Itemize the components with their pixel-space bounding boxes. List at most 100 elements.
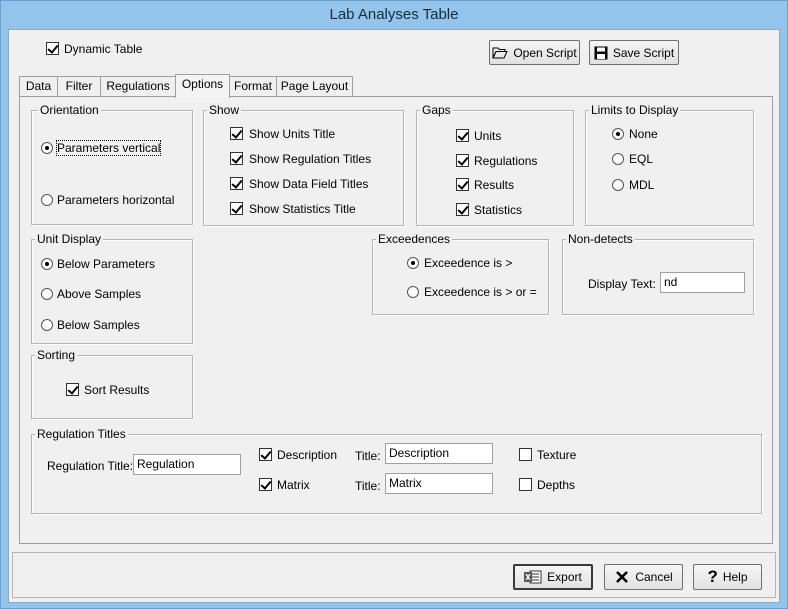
show-title: Show xyxy=(207,103,242,117)
parameters-horizontal-radio[interactable] xyxy=(41,194,53,206)
depths-label[interactable]: Depths xyxy=(537,478,575,492)
limits-mdl-label[interactable]: MDL xyxy=(629,178,654,192)
tab-filter[interactable]: Filter xyxy=(57,76,101,97)
folder-open-icon xyxy=(492,47,509,58)
limits-eql-label[interactable]: EQL xyxy=(629,152,653,166)
cancel-button[interactable]: Cancel xyxy=(604,564,683,590)
gaps-results-checkbox[interactable] xyxy=(456,178,469,191)
open-script-button[interactable]: Open Script xyxy=(489,40,580,65)
gaps-group: Gaps Units Regulations Results Statistic… xyxy=(416,103,574,226)
tab-regulations[interactable]: Regulations xyxy=(100,76,176,97)
cancel-x-icon xyxy=(616,571,629,583)
sorting-group: Sorting Sort Results xyxy=(31,348,193,419)
help-button[interactable]: ? Help xyxy=(693,564,762,590)
exceedence-greater-label[interactable]: Exceedence is > xyxy=(424,256,512,270)
save-script-button[interactable]: Save Script xyxy=(589,40,679,65)
regulation-title-label: Regulation Title: xyxy=(47,459,134,473)
sorting-title: Sorting xyxy=(35,348,78,362)
above-samples-label[interactable]: Above Samples xyxy=(57,287,141,301)
show-data-field-titles-label[interactable]: Show Data Field Titles xyxy=(249,177,368,191)
show-statistics-title-label[interactable]: Show Statistics Title xyxy=(249,202,356,216)
cancel-label: Cancel xyxy=(635,570,673,584)
description-label[interactable]: Description xyxy=(277,448,337,462)
window-title: Lab Analyses Table xyxy=(329,6,459,23)
options-panel: Orientation Parameters vertical Paramete… xyxy=(19,96,773,544)
gaps-units-label[interactable]: Units xyxy=(474,129,501,143)
exceedences-title: Exceedences xyxy=(376,232,453,246)
exceedences-group: Exceedences Exceedence is > Exceedence i… xyxy=(372,232,549,315)
depths-checkbox[interactable] xyxy=(519,478,532,491)
help-label: Help xyxy=(722,570,748,584)
excel-export-icon xyxy=(524,570,542,584)
bottom-button-bar: Export Cancel ? Help xyxy=(12,552,776,598)
matrix-checkbox[interactable] xyxy=(259,478,272,491)
below-samples-radio[interactable] xyxy=(41,319,53,331)
gaps-title: Gaps xyxy=(420,103,453,117)
matrix-label[interactable]: Matrix xyxy=(277,478,310,492)
regulation-titles-group: Regulation Titles Regulation Title: Regu… xyxy=(31,427,762,514)
limits-none-label[interactable]: None xyxy=(629,127,658,141)
gaps-units-checkbox[interactable] xyxy=(456,129,469,142)
tab-page-layout[interactable]: Page Layout xyxy=(276,76,353,97)
gaps-statistics-checkbox[interactable] xyxy=(456,203,469,216)
display-text-input[interactable]: nd xyxy=(660,272,745,293)
below-samples-label[interactable]: Below Samples xyxy=(57,318,140,332)
regulation-titles-title: Regulation Titles xyxy=(35,427,128,441)
dialog-client-area: Dynamic Table Open Script Save Script Da… xyxy=(8,29,780,603)
gaps-results-label[interactable]: Results xyxy=(474,178,514,192)
limits-to-display-title: Limits to Display xyxy=(589,103,681,117)
tab-data[interactable]: Data xyxy=(19,76,58,97)
export-label: Export xyxy=(547,570,582,584)
sort-results-label[interactable]: Sort Results xyxy=(84,383,149,397)
texture-label[interactable]: Texture xyxy=(537,448,576,462)
exceedence-greater-radio[interactable] xyxy=(407,257,419,269)
limits-none-radio[interactable] xyxy=(612,128,624,140)
limits-mdl-radio[interactable] xyxy=(612,179,624,191)
show-data-field-titles-checkbox[interactable] xyxy=(230,177,243,190)
dynamic-table-label[interactable]: Dynamic Table xyxy=(64,42,142,56)
description-checkbox[interactable] xyxy=(259,448,272,461)
help-question-icon: ? xyxy=(707,567,718,586)
orientation-group: Orientation Parameters vertical Paramete… xyxy=(31,103,193,225)
parameters-horizontal-label[interactable]: Parameters horizontal xyxy=(57,193,174,207)
save-script-label: Save Script xyxy=(612,45,675,60)
show-regulation-titles-label[interactable]: Show Regulation Titles xyxy=(249,152,371,166)
show-units-title-checkbox[interactable] xyxy=(230,127,243,140)
show-group: Show Show Units Title Show Regulation Ti… xyxy=(203,103,404,226)
show-statistics-title-checkbox[interactable] xyxy=(230,202,243,215)
orientation-title: Orientation xyxy=(38,103,101,117)
exceedence-greater-equal-label[interactable]: Exceedence is > or = xyxy=(424,285,537,299)
dialog-window: Lab Analyses Table Dynamic Table Open Sc… xyxy=(0,0,788,609)
limits-eql-radio[interactable] xyxy=(612,153,624,165)
tab-options[interactable]: Options xyxy=(175,74,230,98)
texture-checkbox[interactable] xyxy=(519,448,532,461)
parameters-vertical-radio[interactable] xyxy=(41,142,53,154)
dynamic-table-checkbox[interactable] xyxy=(46,42,59,55)
limits-to-display-group: Limits to Display None EQL MDL xyxy=(585,103,754,226)
matrix-title-label: Title: xyxy=(355,479,381,493)
description-title-input[interactable]: Description xyxy=(385,443,493,464)
matrix-title-input[interactable]: Matrix xyxy=(385,473,493,494)
above-samples-radio[interactable] xyxy=(41,288,53,300)
unit-display-title: Unit Display xyxy=(35,232,104,246)
show-units-title-label[interactable]: Show Units Title xyxy=(249,127,335,141)
gaps-statistics-label[interactable]: Statistics xyxy=(474,203,522,217)
show-regulation-titles-checkbox[interactable] xyxy=(230,152,243,165)
exceedence-greater-equal-radio[interactable] xyxy=(407,286,419,298)
non-detects-group: Non-detects Display Text: nd xyxy=(562,232,754,315)
below-parameters-radio[interactable] xyxy=(41,258,53,270)
display-text-label: Display Text: xyxy=(588,277,656,291)
gaps-regulations-label[interactable]: Regulations xyxy=(474,154,537,168)
unit-display-group: Unit Display Below Parameters Above Samp… xyxy=(31,232,193,344)
regulation-title-input[interactable]: Regulation xyxy=(133,454,241,475)
non-detects-title: Non-detects xyxy=(566,232,635,246)
below-parameters-label[interactable]: Below Parameters xyxy=(57,257,155,271)
sort-results-checkbox[interactable] xyxy=(66,383,79,396)
tab-format[interactable]: Format xyxy=(229,76,277,97)
open-script-label: Open Script xyxy=(513,45,577,60)
floppy-disk-icon xyxy=(594,46,608,59)
export-button[interactable]: Export xyxy=(513,564,593,590)
description-title-label: Title: xyxy=(355,449,381,463)
parameters-vertical-label[interactable]: Parameters vertical xyxy=(55,140,162,156)
gaps-regulations-checkbox[interactable] xyxy=(456,154,469,167)
